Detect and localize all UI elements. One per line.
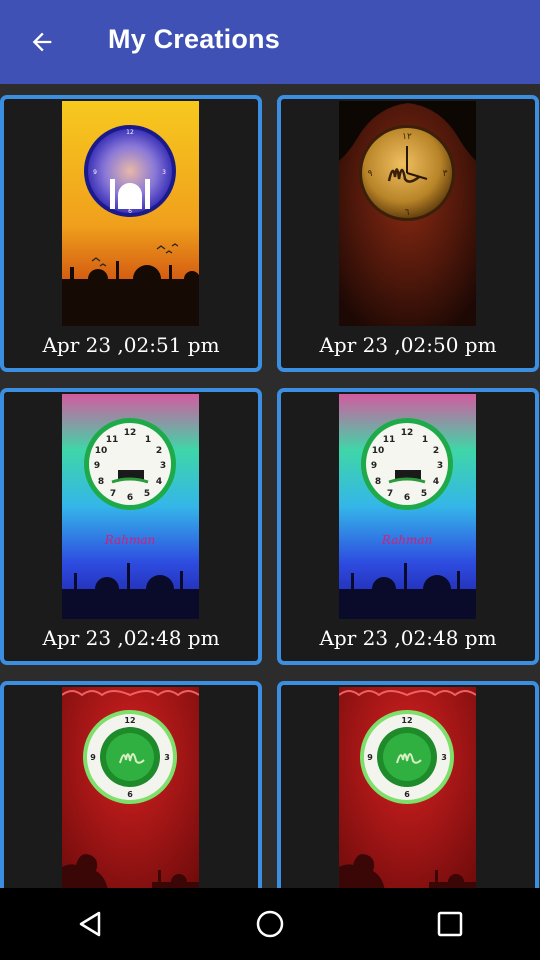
svg-text:٣: ٣ [443, 169, 448, 179]
svg-text:10: 10 [95, 446, 108, 456]
svg-text:12: 12 [124, 428, 137, 438]
svg-text:6: 6 [127, 493, 133, 503]
svg-text:6: 6 [404, 790, 410, 799]
svg-text:11: 11 [106, 435, 119, 445]
system-nav-bar [0, 888, 540, 960]
svg-text:٦: ٦ [405, 208, 410, 218]
nav-back-button[interactable] [60, 894, 120, 954]
svg-text:9: 9 [94, 461, 100, 471]
svg-text:3: 3 [160, 461, 166, 471]
creation-thumbnail[interactable]: 12 3 6 9 [62, 101, 199, 326]
svg-text:9: 9 [90, 753, 96, 762]
creation-thumbnail[interactable]: 12 3 6 9 [62, 687, 199, 888]
svg-text:6: 6 [404, 493, 410, 503]
svg-text:٩: ٩ [368, 169, 373, 179]
creations-grid[interactable]: 12 3 6 9 Apr 23 ,02:51 pm ١٢ ٣ ٦ ٩ Apr 2… [0, 84, 540, 888]
svg-text:8: 8 [375, 477, 381, 487]
svg-text:6: 6 [128, 208, 132, 215]
svg-text:4: 4 [156, 477, 162, 487]
svg-text:8: 8 [98, 477, 104, 487]
svg-text:7: 7 [110, 489, 116, 499]
svg-text:4: 4 [433, 477, 439, 487]
svg-text:3: 3 [164, 753, 170, 762]
creation-card[interactable]: 12 3 6 9 Apr 23 ,02:51 pm [0, 95, 262, 372]
svg-text:Rahman: Rahman [381, 533, 432, 547]
svg-text:1: 1 [145, 435, 151, 445]
creation-card[interactable]: 12 3 6 9 [0, 681, 262, 888]
svg-text:12: 12 [401, 716, 412, 725]
svg-text:5: 5 [144, 489, 150, 499]
svg-text:12: 12 [124, 716, 135, 725]
arrow-back-icon [32, 32, 52, 52]
creation-timestamp: Apr 23 ,02:51 pm [42, 333, 220, 357]
square-recents-icon [437, 911, 463, 937]
svg-text:3: 3 [437, 461, 443, 471]
page-title: My Creations [108, 24, 280, 54]
svg-text:12: 12 [401, 428, 414, 438]
creation-thumbnail[interactable]: 12 3 6 9 12 45 7 8 10 11 Rahman [339, 394, 476, 619]
creation-thumbnail[interactable]: ١٢ ٣ ٦ ٩ [339, 101, 476, 326]
svg-text:1: 1 [422, 435, 428, 445]
svg-text:10: 10 [372, 446, 385, 456]
svg-text:5: 5 [421, 489, 427, 499]
svg-text:9: 9 [367, 753, 373, 762]
svg-text:6: 6 [127, 790, 133, 799]
svg-text:9: 9 [371, 461, 377, 471]
creation-thumbnail[interactable]: 12 3 6 9 [339, 687, 476, 888]
creation-card[interactable]: 12 3 6 9 [277, 681, 539, 888]
creation-card[interactable]: ١٢ ٣ ٦ ٩ Apr 23 ,02:50 pm [277, 95, 539, 372]
circle-home-icon [256, 910, 284, 938]
app-bar: My Creations [0, 0, 540, 84]
nav-recents-button[interactable] [420, 894, 480, 954]
svg-text:9: 9 [93, 169, 97, 176]
creation-timestamp: Apr 23 ,02:50 pm [319, 333, 497, 357]
creation-card[interactable]: 12 3 6 9 12 45 7 8 10 11 Rahman Apr 23 ,02:48 p… [277, 388, 539, 665]
svg-text:Rahman: Rahman [104, 533, 155, 547]
svg-text:11: 11 [383, 435, 396, 445]
creation-thumbnail[interactable]: 12 3 6 9 12 45 7 8 10 11 Rahman [62, 394, 199, 619]
creation-timestamp: Apr 23 ,02:48 pm [319, 626, 497, 650]
creation-card[interactable]: 12 3 6 9 12 45 7 8 10 11 Rahman Apr 23 ,02:48 p… [0, 388, 262, 665]
svg-text:3: 3 [162, 169, 166, 176]
triangle-back-icon [79, 911, 101, 937]
nav-home-button[interactable] [240, 894, 300, 954]
svg-text:١٢: ١٢ [402, 132, 412, 142]
back-button[interactable] [22, 22, 62, 62]
svg-text:12: 12 [126, 129, 134, 136]
svg-text:2: 2 [433, 446, 439, 456]
svg-text:3: 3 [441, 753, 447, 762]
svg-text:7: 7 [387, 489, 393, 499]
svg-text:2: 2 [156, 446, 162, 456]
creation-timestamp: Apr 23 ,02:48 pm [42, 626, 220, 650]
